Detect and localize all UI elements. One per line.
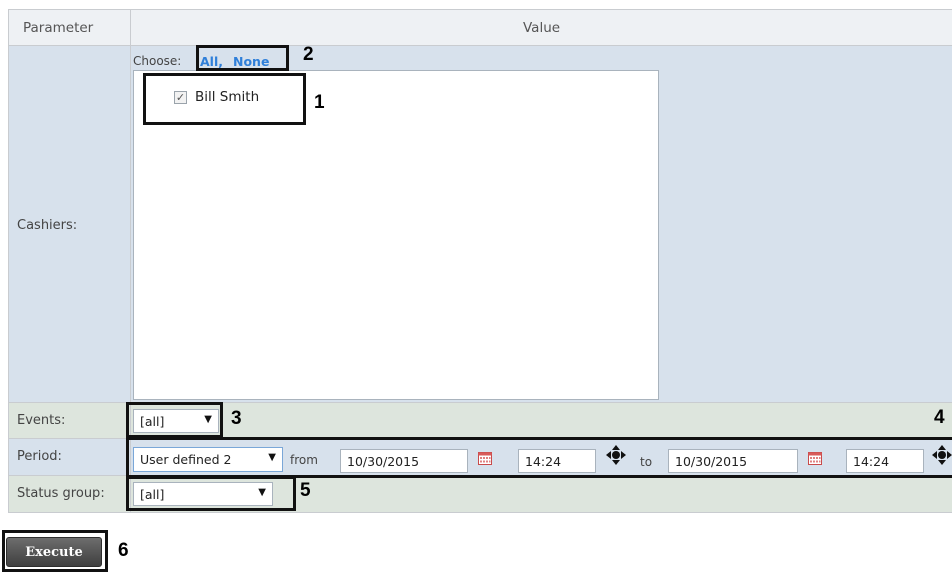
events-label-cell: Events: xyxy=(8,402,131,439)
annotation-number-5: 5 xyxy=(300,480,311,501)
period-label: Period: xyxy=(17,449,62,464)
annotation-number-6: 6 xyxy=(118,540,129,561)
annotation-box-4 xyxy=(126,437,952,478)
events-value-cell xyxy=(130,402,952,439)
annotation-box-1 xyxy=(143,73,306,125)
cashiers-label: Cashiers: xyxy=(17,218,78,233)
annotation-box-3 xyxy=(126,402,223,438)
annotation-number-1: 1 xyxy=(314,92,325,113)
status-group-label: Status group: xyxy=(17,486,105,501)
annotation-number-3: 3 xyxy=(231,408,242,429)
header-value-label: Value xyxy=(523,20,561,36)
header-parameter-label: Parameter xyxy=(23,20,94,36)
events-label: Events: xyxy=(17,413,66,428)
choose-label: Choose: xyxy=(133,54,182,68)
cashiers-label-cell: Cashiers: xyxy=(8,45,131,403)
status-group-label-cell: Status group: xyxy=(8,475,131,513)
annotation-box-6 xyxy=(2,530,108,572)
annotation-box-2 xyxy=(196,45,289,71)
table-header-value: Value xyxy=(130,9,952,46)
annotation-box-5 xyxy=(126,476,296,511)
annotation-number-4: 4 xyxy=(934,407,945,428)
period-label-cell: Period: xyxy=(8,438,131,476)
annotation-number-2: 2 xyxy=(303,44,314,65)
table-header-parameter: Parameter xyxy=(8,9,131,46)
